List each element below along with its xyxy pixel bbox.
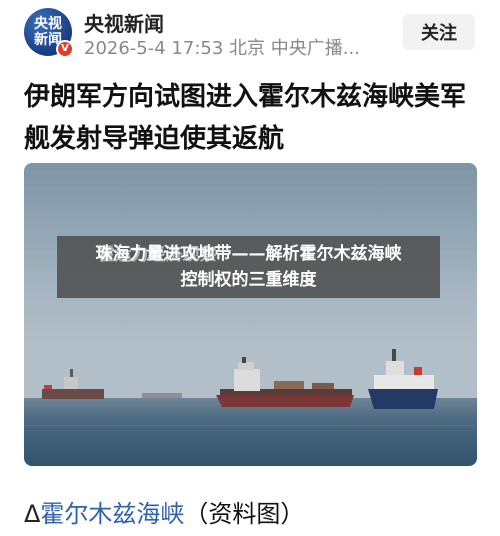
follow-button[interactable]: 关注	[403, 14, 475, 50]
photo-caption: Δ霍尔木兹海峡（资料图）	[24, 494, 304, 529]
verified-badge-icon: V	[56, 40, 74, 58]
article-page: 央视 新闻 V 央视新闻 2026-5-4 17:53 北京 中央广播... 关…	[0, 0, 500, 536]
overlay-line2: 控制权的三重维度	[180, 270, 317, 290]
article-title: 伊朗军方向试图进入霍尔木兹海峡美军舰发射导弹迫使其返航	[24, 82, 467, 154]
article-header: 央视 新闻 V 央视新闻 2026-5-4 17:53 北京 中央广播... 关…	[0, 0, 500, 64]
account-name[interactable]: 央视新闻	[84, 8, 164, 37]
avatar-text-line1: 央视	[34, 16, 62, 32]
article-photo[interactable]	[24, 163, 477, 466]
topic-link[interactable]: 霍尔木兹海峡	[40, 500, 184, 528]
overlay-text-b: 霍运力经济观察	[97, 245, 217, 265]
overlay-garbled-text: 珠海力量进攻地带 霍运力经济观察	[96, 241, 232, 267]
caption-note: （资料图）	[184, 500, 305, 528]
overlay-text-tail: ——解析霍尔木兹海峡	[231, 244, 402, 264]
ships-at-sea-image	[24, 163, 477, 466]
overlay-line1: 珠海力量进攻地带 霍运力经济观察 ——解析霍尔木兹海峡	[96, 241, 402, 267]
publish-meta: 2026-5-4 17:53 北京 中央广播...	[84, 38, 360, 59]
avatar[interactable]: 央视 新闻 V	[24, 8, 74, 58]
triangle-icon: Δ	[24, 500, 41, 528]
headline-overlay: 珠海力量进攻地带 霍运力经济观察 ——解析霍尔木兹海峡 控制权的三重维度	[57, 236, 440, 298]
